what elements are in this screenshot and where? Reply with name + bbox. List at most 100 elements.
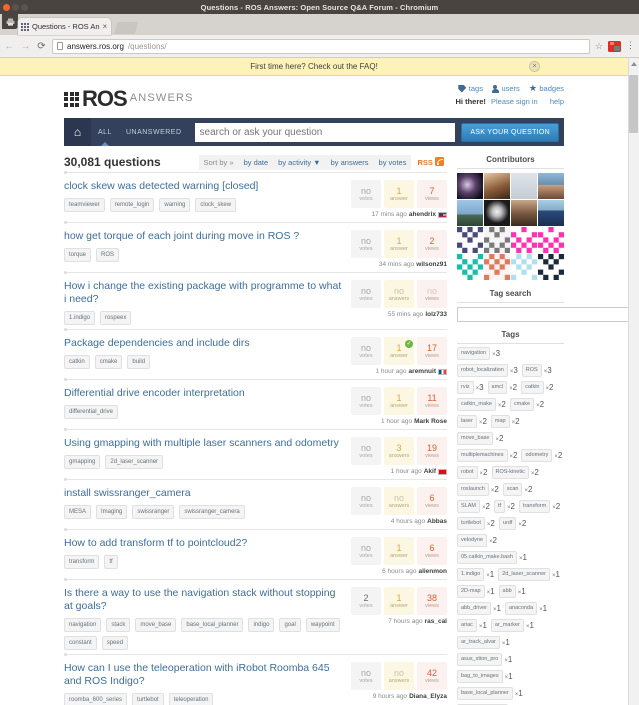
tag-cloud-name[interactable]: catkin_make (457, 398, 496, 411)
tag-cloud-item[interactable]: catkin_make ×2 (457, 398, 506, 411)
tag-cloud-item[interactable]: 05.catkin_make.bash ×1 (457, 551, 527, 564)
sort-by-activity[interactable]: by activity ▼ (273, 154, 326, 170)
question-author-link[interactable]: Diana_Elyza (409, 693, 447, 700)
header-link-badges[interactable]: ★ badges (529, 84, 564, 94)
scroll-up-arrow-icon[interactable] (631, 62, 637, 66)
faq-notice-text[interactable]: First time here? Check out the FAQ! (250, 62, 378, 71)
header-link-tags[interactable]: tags (458, 84, 483, 93)
avatar[interactable] (484, 173, 510, 199)
tag-cloud-name[interactable]: urdf (498, 517, 517, 530)
tag-cloud-name[interactable]: base_local_planner (457, 687, 513, 700)
signin-link[interactable]: Please sign in (491, 97, 538, 106)
tag-cloud-name[interactable]: tf (493, 500, 506, 513)
tag-cloud-name[interactable]: abb (498, 585, 516, 598)
question-tag[interactable]: MESA (64, 505, 92, 519)
tag-cloud-name[interactable]: ar_track_alvar (457, 636, 500, 649)
tag-cloud-item[interactable]: tf ×2 (493, 500, 515, 513)
question-tag[interactable]: teleoperation (168, 693, 214, 705)
avatar[interactable] (511, 227, 537, 253)
question-tag[interactable]: swissranger_camera (179, 505, 245, 519)
notice-close-icon[interactable]: × (529, 61, 540, 72)
forward-icon[interactable]: → (20, 41, 31, 52)
tag-cloud-name[interactable]: transform (518, 500, 551, 513)
question-tag[interactable]: catkin (64, 355, 90, 369)
question-tag[interactable]: teamviewer (64, 198, 105, 212)
question-tag[interactable]: move_base (135, 618, 177, 632)
tag-cloud-item[interactable]: laser ×2 (457, 415, 487, 428)
question-tag[interactable]: Imaging (96, 505, 128, 519)
avatar[interactable] (511, 200, 537, 226)
tag-cloud-name[interactable]: 05.catkin_make.bash (457, 551, 517, 564)
tag-cloud-item[interactable]: velodyne ×2 (457, 534, 497, 547)
question-title-link[interactable]: Is there a way to use the navigation sta… (64, 587, 345, 613)
question-tag[interactable]: base_local_planner (181, 618, 244, 632)
question-tag[interactable]: differential_drive (64, 405, 118, 419)
question-author-link[interactable]: Akif (424, 468, 436, 475)
tag-cloud-item[interactable]: roslaunch ×2 (457, 483, 499, 496)
question-author-link[interactable]: alienmon (418, 568, 447, 575)
question-title-link[interactable]: Differential drive encoder interpretatio… (64, 387, 345, 400)
tag-cloud-item[interactable]: anaconda ×1 (504, 602, 547, 615)
question-tag[interactable]: transform (64, 555, 100, 569)
question-title-link[interactable]: How i change the existing package with p… (64, 280, 345, 306)
window-close-button[interactable] (3, 3, 10, 11)
avatar[interactable] (538, 254, 564, 280)
tag-cloud-item[interactable]: urdf ×2 (498, 517, 526, 530)
tag-cloud-item[interactable]: cmake ×2 (509, 398, 544, 411)
page-scrollbar[interactable] (628, 58, 639, 705)
help-link[interactable]: help (550, 97, 564, 106)
tag-cloud-name[interactable]: 2D-map (457, 585, 485, 598)
question-author-link[interactable]: lolz733 (425, 311, 447, 318)
question-author-link[interactable]: ras_cal (425, 618, 447, 625)
tag-cloud-name[interactable]: navigation (457, 347, 491, 360)
tag-cloud-item[interactable]: navigation ×3 (457, 347, 500, 360)
tag-cloud-name[interactable]: bag_to_images (457, 670, 503, 683)
question-tag[interactable]: speed (101, 636, 129, 650)
home-icon[interactable]: ⌂ (64, 118, 91, 146)
tag-cloud-item[interactable]: ar_track_alvar ×1 (457, 636, 510, 649)
sort-by-date[interactable]: by date (238, 154, 274, 170)
question-title-link[interactable]: how get torque of each joint during move… (64, 230, 345, 243)
question-tag[interactable]: remote_login (109, 198, 155, 212)
tag-cloud-item[interactable]: SLAM ×2 (457, 500, 490, 513)
tag-cloud-item[interactable]: 1.indigo ×1 (457, 568, 494, 581)
question-tag[interactable]: clock_skew (195, 198, 237, 212)
question-title-link[interactable]: How to add transform tf to pointcloud2? (64, 537, 345, 550)
question-author-link[interactable]: ahendrix (409, 211, 436, 218)
avatar[interactable] (484, 254, 510, 280)
question-author-link[interactable]: wilsonz91 (416, 261, 447, 268)
tag-cloud-name[interactable]: map (490, 415, 510, 428)
reload-icon[interactable]: ⟳ (36, 41, 47, 52)
tag-cloud-item[interactable]: ar_marker ×1 (490, 619, 534, 632)
tag-cloud-item[interactable]: abb ×1 (498, 585, 526, 598)
tag-cloud-name[interactable]: amcl (487, 381, 508, 394)
tab-close-icon[interactable]: × (103, 22, 108, 31)
sort-by-answers[interactable]: by answers (325, 154, 374, 170)
search-input[interactable] (194, 122, 456, 142)
tag-cloud-item[interactable]: ROS ×3 (521, 364, 552, 377)
avatar[interactable] (484, 227, 510, 253)
question-tag[interactable]: turtlebot (132, 693, 164, 705)
tag-cloud-item[interactable]: turtlebot ×2 (457, 517, 495, 530)
avatar[interactable] (538, 227, 564, 253)
tag-cloud-item[interactable]: abb_driver ×1 (457, 602, 501, 615)
question-tag[interactable]: rospeex (100, 311, 132, 325)
tag-cloud-name[interactable]: SLAM (457, 500, 480, 513)
tag-cloud-name[interactable]: cmake (509, 398, 535, 411)
question-tag[interactable]: warning (159, 198, 191, 212)
question-tag[interactable]: waypoint (305, 618, 340, 632)
question-tag[interactable]: roomba_600_series (64, 693, 128, 705)
question-tag[interactable]: build (127, 355, 151, 369)
question-tag[interactable]: navigation (64, 618, 102, 632)
new-tab-button[interactable] (114, 22, 139, 34)
tag-cloud-item[interactable]: map ×2 (490, 415, 520, 428)
address-bar[interactable]: answers.ros.org/questions/ (52, 38, 590, 54)
window-maximize-button[interactable] (21, 3, 28, 11)
tag-cloud-name[interactable]: rviz (457, 381, 474, 394)
back-icon[interactable]: ← (4, 41, 15, 52)
question-tag[interactable]: tf (104, 555, 118, 569)
tag-cloud-name[interactable]: catkin (521, 381, 544, 394)
ask-question-button[interactable]: ASK YOUR QUESTION (461, 122, 559, 142)
tag-cloud-name[interactable]: move_base (457, 432, 494, 445)
tag-cloud-name[interactable]: scan (502, 483, 523, 496)
